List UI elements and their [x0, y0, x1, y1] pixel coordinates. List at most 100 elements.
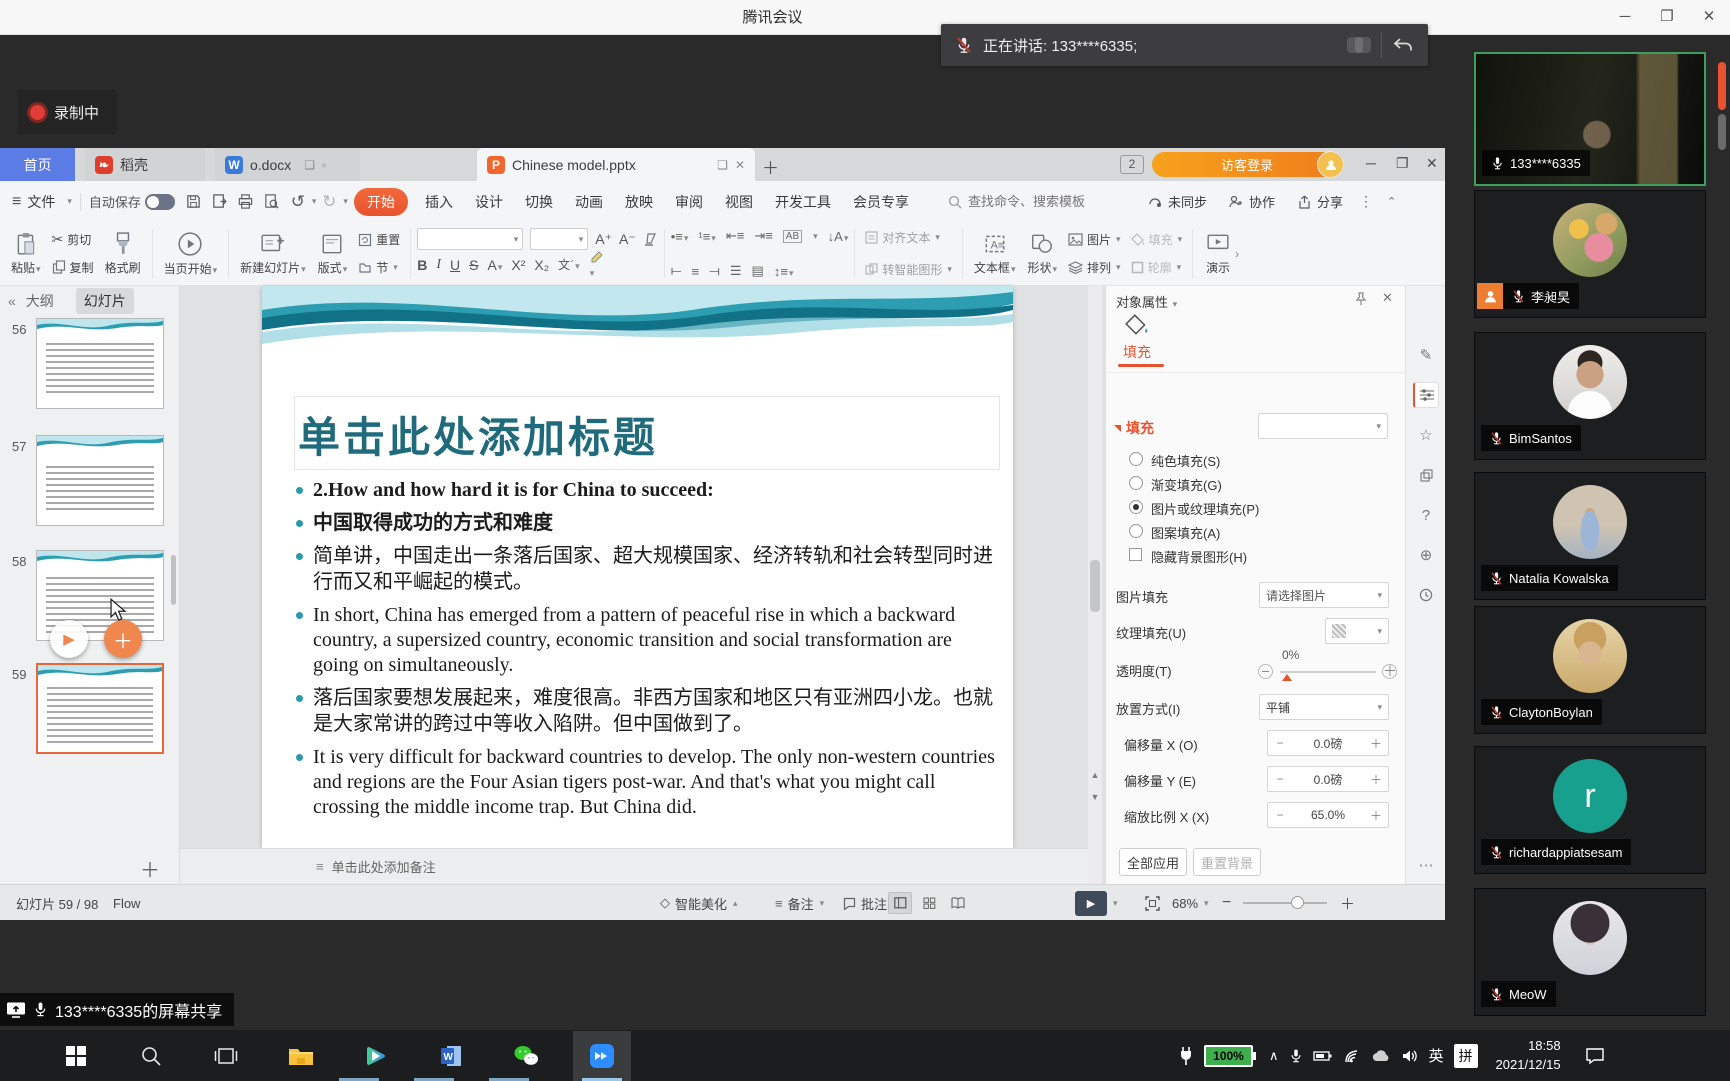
new-slide-button[interactable]: 新建幻灯片▾ [235, 226, 311, 281]
shapes-button[interactable]: 形状▾ [1022, 226, 1062, 281]
tray-expand-icon[interactable]: ∧ [1269, 1048, 1279, 1064]
radio-solid-fill[interactable] [1129, 452, 1143, 466]
add-panel-icon[interactable]: ⊕ [1413, 542, 1439, 568]
guest-login-button[interactable]: 访客登录 [1152, 152, 1342, 177]
next-slide-icon[interactable]: ▼ [1088, 792, 1102, 802]
notes-toggle-button[interactable]: ≡ 备注▾ [775, 885, 824, 921]
play-options-icon[interactable]: ▾ [1113, 898, 1118, 909]
menu-review[interactable]: 审阅 [664, 192, 714, 212]
panel-scrollbar[interactable] [171, 555, 176, 605]
menu-member[interactable]: 会员专享 [842, 192, 920, 212]
participant-tile[interactable]: MeoW [1474, 888, 1706, 1016]
format-painter-button[interactable]: 格式刷 [100, 226, 146, 281]
participant-tile[interactable]: Natalia Kowalska [1474, 472, 1706, 600]
chevron-down-icon[interactable]: ▾ [343, 196, 348, 207]
slide-title[interactable]: 单击此处添加标题 [298, 404, 658, 465]
share-label[interactable]: 分享 [1317, 192, 1343, 211]
layers-icon[interactable] [1413, 462, 1439, 488]
menu-transition[interactable]: 切换 [514, 192, 564, 212]
menu-insert[interactable]: 插入 [414, 192, 464, 212]
reading-view-button[interactable] [946, 892, 970, 914]
reset-background-button[interactable]: 重置背景 [1193, 848, 1261, 876]
grid-view-button[interactable] [917, 892, 941, 914]
ime-language[interactable]: 英 [1429, 1045, 1444, 1066]
tab-fill[interactable]: 填充 [1123, 342, 1151, 362]
redo-icon[interactable]: ↻ [318, 191, 340, 213]
fill-button[interactable]: 填充▾ [1127, 230, 1187, 249]
align-right-icon[interactable]: ⟞ [709, 263, 720, 279]
save-icon[interactable] [183, 191, 205, 213]
zoom-slider[interactable] [1243, 885, 1327, 921]
text-direction-button[interactable]: ↓A▾ [828, 229, 849, 244]
zoom-level[interactable]: 68%▾ [1172, 885, 1209, 921]
menu-slideshow[interactable]: 放映 [614, 192, 664, 212]
print-preview-icon[interactable] [261, 191, 283, 213]
participant-tile[interactable]: BimSantos [1474, 332, 1706, 460]
hide-background-label[interactable]: 隐藏背景图形(H) [1151, 547, 1247, 566]
window-count-badge[interactable]: 2 [1120, 155, 1144, 174]
autosave-toggle[interactable] [145, 194, 175, 210]
transparency-plus-icon[interactable]: ＋ [1382, 664, 1397, 679]
phonetic-button[interactable]: 文ˊ▾ [558, 256, 580, 273]
word-button[interactable]: W [434, 1039, 468, 1073]
play-from-page-button[interactable]: 当页开始▾ [159, 226, 223, 281]
picture-select-dropdown[interactable]: 请选择图片▾ [1259, 582, 1389, 608]
normal-view-button[interactable] [888, 892, 912, 914]
transparency-minus-icon[interactable]: − [1258, 664, 1273, 679]
line-spacing-icon[interactable]: ↕≡▾ [774, 264, 794, 279]
bold-button[interactable]: B [417, 257, 427, 273]
to-smartart-button[interactable]: 转智能图形▾ [861, 260, 956, 279]
tencent-meeting-button[interactable] [585, 1039, 619, 1073]
section-button[interactable]: 节▾ [354, 258, 404, 277]
play-from-slide-button[interactable]: ▶ [50, 620, 88, 658]
textbox-button[interactable]: A≡ 文本框▾ [969, 226, 1021, 281]
properties-sliders-icon[interactable] [1413, 382, 1439, 408]
tray-mic-icon[interactable] [1289, 1047, 1303, 1065]
slide-thumbnail-59-selected[interactable] [36, 663, 164, 754]
italic-button[interactable]: I [436, 257, 441, 273]
menu-file[interactable]: 文件 [21, 192, 66, 212]
menu-view[interactable]: 视图 [714, 192, 764, 212]
participant-tile[interactable]: r richardappiatsesam [1474, 746, 1706, 874]
help-icon[interactable]: ? [1413, 502, 1439, 528]
tray-signal-icon[interactable] [1343, 1048, 1361, 1064]
texture-select-dropdown[interactable]: ▾ [1325, 618, 1389, 644]
search-input[interactable] [968, 194, 1118, 209]
action-center-icon[interactable] [1585, 1047, 1605, 1065]
tab-outline[interactable]: 大纲 [26, 291, 54, 311]
ime-pinyin-icon[interactable]: 拼 [1454, 1044, 1478, 1068]
menu-devtools[interactable]: 开发工具 [764, 192, 842, 212]
menu-design[interactable]: 设计 [464, 192, 514, 212]
fill-section-header[interactable]: 填充 [1114, 418, 1154, 438]
sidebar-scrollbar-track[interactable] [1718, 114, 1726, 150]
slideshow-play-button[interactable]: ▶ [1075, 891, 1107, 916]
font-name-select[interactable]: ▾ [417, 228, 523, 250]
close-panel-icon[interactable]: ✕ [1382, 290, 1393, 306]
radio-gradient-fill[interactable] [1129, 476, 1143, 490]
transparency-slider[interactable] [1280, 671, 1376, 673]
arrange-button[interactable]: 排列▾ [1064, 258, 1125, 277]
tab-slides[interactable]: 幻灯片 [76, 288, 134, 314]
menu-start[interactable]: 开始 [354, 188, 408, 216]
wps-minimize-button[interactable]: ─ [1366, 155, 1376, 171]
menu-animation[interactable]: 动画 [564, 192, 614, 212]
tab-pptx-active[interactable]: P Chinese model.pptx ❑ ✕ [477, 148, 755, 181]
tab-home[interactable]: 首页 [0, 148, 75, 181]
add-slide-hover-button[interactable]: ＋ [104, 620, 142, 658]
pattern-fill-label[interactable]: 图案填充(A) [1151, 523, 1220, 542]
numbering-button[interactable]: ¹≡▾ [698, 229, 715, 244]
star-icon[interactable]: ☆ [1413, 422, 1439, 448]
undo-icon[interactable]: ↺ [287, 191, 309, 213]
pin-icon[interactable] [1354, 292, 1368, 306]
minimize-button[interactable]: ─ [1612, 6, 1638, 28]
radio-pattern-fill[interactable] [1129, 524, 1143, 538]
task-view-button[interactable] [209, 1039, 243, 1073]
slide-body[interactable]: 2.How and how hard it is for China to su… [296, 478, 996, 828]
align-center-icon[interactable]: ≡ [692, 264, 700, 279]
layout-button[interactable]: 版式▾ [313, 226, 353, 281]
command-search[interactable] [948, 194, 1118, 209]
checkbox-hide-background[interactable] [1129, 548, 1142, 561]
notes-bar[interactable]: ≡ 单击此处添加备注 [180, 848, 1088, 884]
close-button[interactable]: ✕ [1696, 6, 1722, 28]
outline-button[interactable]: 轮廓▾ [1127, 258, 1187, 277]
